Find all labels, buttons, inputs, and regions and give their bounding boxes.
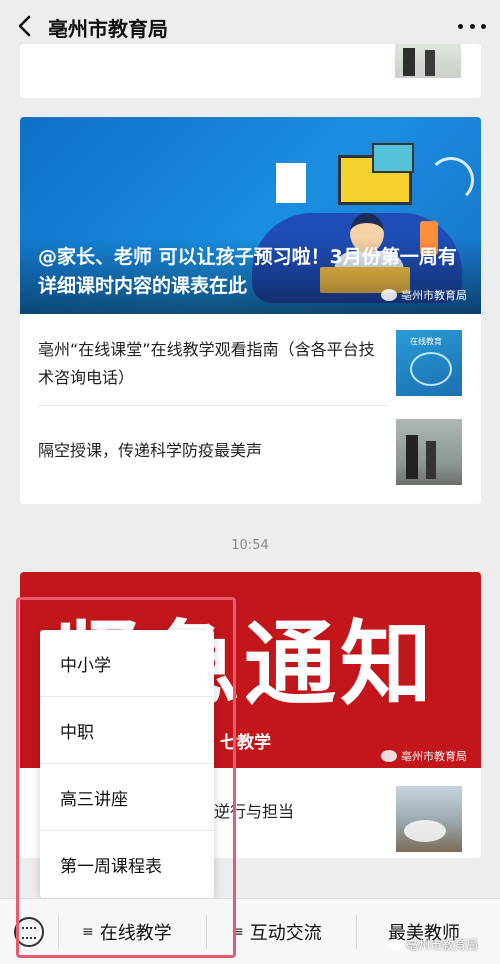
tab-label: 互动交流 [249,923,322,944]
list-item[interactable]: 亳州“在线课堂”在线教学观看指南（含各平台技术咨询电话） [38,314,388,406]
watermark-text: 亳州市教育局 [401,750,467,763]
article-thumbnail [396,786,462,852]
main-article-cover[interactable]: @家长、老师 可以让孩子预习啦！3月份第一周有详细课时内容的课表在此 亳州市教育… [20,117,481,314]
wechat-icon [381,750,397,762]
tab-label: 在线教学 [99,923,172,944]
watermark: 亳州市教育局 [388,936,478,953]
page-title: 亳州市教育局 [48,17,168,41]
cover-screen-shape [372,143,414,173]
bottom-menu-bar: ≡ 在线教学 ≡ 互动交流 最美教师 [0,898,500,964]
wechat-icon [381,289,397,301]
article-thumbnail: 在线教育 [396,330,462,396]
thumbnail-label: 在线教育 [410,337,442,346]
tab-interaction[interactable]: ≡ 互动交流 [232,919,322,945]
menu-lines-icon: ≡ [82,924,94,940]
cover-document-shape [276,163,306,203]
previous-article-card[interactable] [20,44,481,98]
tab-online-teaching[interactable]: ≡ 在线教学 [82,919,172,945]
divider [356,915,357,949]
menu-item-week1-schedule[interactable]: 第一周课程表 [40,831,214,898]
watermark-text: 亳州市教育局 [401,289,467,302]
watermark: 亳州市教育局 [381,748,467,764]
cover-wifi-shape [428,157,474,203]
message-timestamp: 10:54 [231,538,269,553]
watermark: 亳州市教育局 [381,287,467,303]
menu-lines-icon: ≡ [232,924,244,940]
submenu-popup: 中小学 中职 高三讲座 第一周课程表 [40,630,214,898]
menu-item-primary-secondary[interactable]: 中小学 [40,630,214,697]
wechat-icon [388,939,402,950]
notice-hero-subtext: 七教学 [220,733,271,753]
article-title: 亳州“在线课堂”在线教学观看指南（含各平台技术咨询电话） [38,340,375,387]
menu-item-vocational[interactable]: 中职 [40,697,214,764]
article-title: 逆行与担当 [214,802,295,821]
keyboard-icon[interactable] [14,917,44,947]
article-title: 隔空授课，传递科学防疫最美声 [38,441,263,460]
article-group-card: @家长、老师 可以让孩子预习啦！3月份第一周有详细课时内容的课表在此 亳州市教育… [20,117,481,504]
divider [206,915,207,949]
watermark-text: 亳州市教育局 [406,938,479,952]
menu-item-senior-lectures[interactable]: 高三讲座 [40,764,214,831]
article-thumbnail [395,44,461,78]
more-options-icon[interactable] [458,14,486,38]
article-thumbnail [396,419,462,485]
divider [58,915,59,949]
back-arrow-icon[interactable] [12,12,40,40]
